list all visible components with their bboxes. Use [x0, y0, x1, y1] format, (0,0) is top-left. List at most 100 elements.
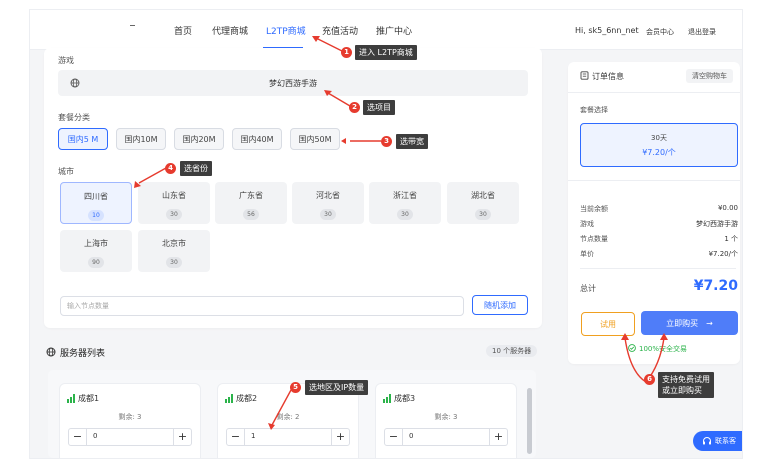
contact-support-button[interactable]: 联系客 — [693, 431, 742, 451]
package-chip-label: 国内40M — [240, 134, 274, 144]
annotation-badge: 1 — [341, 47, 352, 58]
secure-text: 100%安全交易 — [639, 345, 688, 353]
buy-now-button[interactable]: 立即购买 → — [641, 311, 738, 335]
random-add-label: 随机添加 — [484, 300, 516, 310]
logout-link[interactable]: 退出登录 — [688, 27, 716, 37]
city-label: 城市 — [58, 167, 74, 176]
city-guangdong[interactable]: 广东省 56 — [215, 182, 287, 224]
annotation-badge: 4 — [165, 163, 176, 174]
city-name: 浙江省 — [393, 191, 417, 200]
clear-cart-button[interactable]: 清空购物车 — [686, 69, 733, 83]
city-count: 90 — [88, 257, 104, 268]
quantity-value[interactable]: 0 — [409, 432, 413, 440]
city-name: 广东省 — [239, 191, 263, 200]
city-name: 上海市 — [84, 239, 108, 248]
package-chip-40m[interactable]: 国内40M — [232, 128, 282, 150]
quantity-value[interactable]: 0 — [93, 432, 97, 440]
plan-price: ¥7.20/个 — [642, 148, 676, 157]
annotation-badge: 5 — [290, 382, 301, 393]
top-nav-bar: 首页 代理商城 L2TP商城 充值活动 推广中心 Hi, sk5_6nn_net… — [30, 10, 742, 50]
signal-icon — [225, 394, 234, 403]
server-list-title: 服务器列表 — [60, 349, 106, 359]
node-count-value: 1 个 — [724, 235, 738, 243]
node-count-input[interactable]: 输入节点数量 — [60, 296, 464, 316]
unit-price-value: ¥7.20/个 — [708, 250, 738, 258]
increment-button[interactable]: + — [173, 429, 191, 445]
annotation-callout: 选带宽 — [396, 134, 428, 149]
user-greeting: Hi, sk5_6nn_net — [575, 26, 639, 35]
logo-mark — [130, 25, 135, 26]
package-chip-label: 国内10M — [124, 134, 158, 144]
server-card: 成都1 剩余: 3 − 0 + — [60, 384, 200, 458]
city-count: 30 — [166, 209, 182, 220]
city-beijing[interactable]: 北京市 30 — [138, 230, 210, 272]
package-label: 套餐分类 — [58, 113, 90, 122]
divider — [568, 92, 740, 93]
city-shanghai[interactable]: 上海市 90 — [60, 230, 132, 272]
order-row-label: 单价 — [580, 250, 594, 258]
game-value: 梦幻西游手游 — [269, 79, 317, 88]
package-chip-label: 国内5 M — [67, 134, 99, 144]
decrement-button[interactable]: − — [227, 429, 245, 445]
city-shandong[interactable]: 山东省 30 — [138, 182, 210, 224]
nav-recharge[interactable]: 充值活动 — [322, 24, 358, 37]
server-card: 成都2 剩余: 2 − 1 + — [218, 384, 358, 458]
buy-button-label: 立即购买 — [666, 318, 699, 328]
random-add-button[interactable]: 随机添加 — [472, 295, 528, 315]
quantity-stepper: − 0 + — [384, 428, 508, 446]
server-name: 成都2 — [236, 394, 258, 403]
nav-l2tp-mall[interactable]: L2TP商城 — [266, 24, 306, 37]
server-card: 成都3 剩余: 3 − 0 + — [376, 384, 516, 458]
city-sichuan[interactable]: 四川省 10 — [60, 182, 132, 224]
annotation-callout: 选项目 — [363, 100, 395, 115]
annotation-callout: 进入 L2TP商城 — [355, 45, 417, 60]
total-label: 总计 — [580, 284, 596, 293]
city-count: 30 — [320, 209, 336, 220]
divider — [568, 180, 740, 181]
city-name: 湖北省 — [471, 191, 495, 200]
package-chip-label: 国内50M — [298, 134, 332, 144]
city-hebei[interactable]: 河北省 30 — [292, 182, 364, 224]
city-name: 四川省 — [84, 192, 108, 201]
server-name: 成都3 — [394, 394, 416, 403]
nav-home[interactable]: 首页 — [174, 24, 192, 37]
member-center-link[interactable]: 会员中心 — [646, 27, 674, 37]
package-chip-20m[interactable]: 国内20M — [174, 128, 224, 150]
package-chip-10m[interactable]: 国内10M — [116, 128, 166, 150]
package-chip-5m[interactable]: 国内5 M — [58, 128, 108, 150]
nav-proxy-mall[interactable]: 代理商城 — [212, 24, 248, 37]
package-select-label: 套餐选择 — [580, 106, 608, 114]
plan-option-30d[interactable]: 30天 ¥7.20/个 — [580, 123, 738, 167]
config-card: 游戏 梦幻西游手游 套餐分类 国内5 M 国内10M 国内20M 国内40M 国… — [44, 48, 542, 328]
increment-button[interactable]: + — [331, 429, 349, 445]
trial-button[interactable]: 试用 — [581, 312, 635, 336]
city-count: 30 — [397, 209, 413, 220]
game-value: 梦幻西游手游 — [696, 220, 738, 228]
divider — [580, 268, 736, 269]
server-list-scrollbar[interactable] — [527, 388, 532, 454]
decrement-button[interactable]: − — [69, 429, 87, 445]
game-label: 游戏 — [58, 56, 74, 65]
server-remain: 剩余: 2 — [276, 413, 300, 421]
nav-promotion[interactable]: 推广中心 — [376, 24, 412, 37]
quantity-value[interactable]: 1 — [251, 432, 255, 440]
increment-button[interactable]: + — [489, 429, 507, 445]
signal-icon — [383, 394, 392, 403]
signal-icon — [67, 394, 76, 403]
globe-icon — [46, 347, 56, 357]
arrow-right-icon: → — [706, 318, 713, 328]
package-chip-label: 国内20M — [182, 134, 216, 144]
city-count: 30 — [166, 257, 182, 268]
decrement-button[interactable]: − — [385, 429, 403, 445]
city-count: 56 — [243, 209, 259, 220]
city-name: 北京市 — [162, 239, 186, 248]
city-count: 30 — [475, 209, 491, 220]
city-zhejiang[interactable]: 浙江省 30 — [369, 182, 441, 224]
city-hubei[interactable]: 湖北省 30 — [447, 182, 519, 224]
game-select[interactable]: 梦幻西游手游 — [58, 70, 528, 96]
order-title: 订单信息 — [592, 72, 624, 81]
total-value: ¥7.20 — [693, 278, 738, 294]
annotation-callout: 选地区及IP数量 — [305, 380, 369, 395]
package-chip-50m[interactable]: 国内50M — [290, 128, 340, 150]
annotation-callout: 选省份 — [180, 161, 212, 176]
